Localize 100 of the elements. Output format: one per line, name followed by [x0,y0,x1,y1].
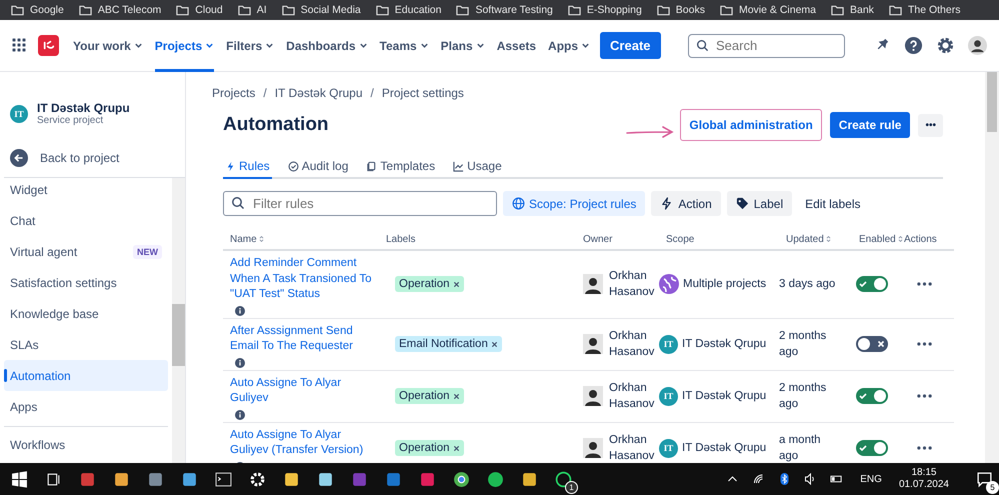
updated-time: 2 months ago [779,381,828,412]
more-icon[interactable] [917,342,932,346]
sidebar-item[interactable]: Widget [4,178,168,205]
create-button[interactable]: Create [600,32,661,59]
info-icon[interactable] [235,410,245,420]
bookmark[interactable]: AI [238,4,267,16]
nav-menu-item[interactable]: Dashboards [286,20,368,72]
filter-button[interactable]: Scope: Project rules [503,191,646,216]
sidebar-item[interactable]: Knowledge base [4,298,168,329]
avatar-icon[interactable] [968,36,987,55]
tab[interactable]: Templates [364,157,438,179]
nav-menu-item[interactable]: Your work [73,20,143,72]
tab[interactable]: Usage [451,157,504,179]
bookmark[interactable]: Cloud [176,4,223,16]
more-button[interactable]: ••• [918,114,943,136]
avatar-icon [583,334,603,354]
back-link[interactable]: Back to project [10,148,185,168]
search-icon [696,38,709,52]
rule-name-link[interactable]: Add Reminder Comment When A Task Transioned To "UAT Test" Status [230,256,375,302]
toggle-switch[interactable] [856,276,888,292]
copy-icon [366,160,378,172]
owner-name: Orkhan Hasanov [609,269,654,300]
remove-icon[interactable] [490,340,498,348]
label-tag: Operation [395,388,464,404]
tab[interactable]: Rules [223,157,272,179]
sort-icon [898,235,903,243]
bookmark[interactable]: Books [656,4,705,16]
chevron-down-icon [358,41,368,50]
sidebar-item[interactable]: Apps [4,391,168,422]
filter-button[interactable]: Action [651,191,721,216]
scrollbar[interactable] [172,178,185,463]
bookmark[interactable]: Social Media [282,4,361,16]
sidebar-item[interactable]: Chat [4,205,168,236]
sidebar-item[interactable]: Workflows [4,429,168,460]
create-rule-button[interactable]: Create rule [830,112,910,138]
nav-menu-item[interactable]: Assets [496,20,536,72]
toggle-switch[interactable] [856,388,888,404]
task-view-icon[interactable] [45,470,62,488]
help-icon[interactable] [904,36,923,55]
remove-icon[interactable] [452,280,460,288]
clock-date: 01.07.2024 [898,479,949,491]
info-icon[interactable] [235,358,245,368]
nav-menu-item[interactable]: Projects [154,20,214,72]
sidebar-item[interactable]: SLAs [4,329,168,360]
bookmark[interactable]: Bank [831,4,874,16]
breadcrumb-link[interactable]: Project settings [382,86,464,100]
bookmark[interactable]: ABC Telecom [78,4,162,16]
bookmark[interactable]: Software Testing [456,4,553,16]
nav-menu-item[interactable]: Apps [548,20,590,72]
logo-icon[interactable] [38,35,59,56]
settings-icon[interactable] [936,36,955,55]
bookmark[interactable]: Google [11,4,64,16]
filter-field[interactable]: Filter rules [223,191,497,216]
bookmark[interactable]: The Others [888,4,960,16]
column-header[interactable]: Enabled [852,234,904,244]
breadcrumb-link[interactable]: IT Dəstək Qrupu [274,86,363,100]
filter-button[interactable]: Edit labels [796,191,870,216]
rule-name-link[interactable]: After Asssignment Send Email To The Requester [230,324,375,354]
global-administration-button[interactable]: Global administration [680,109,822,141]
globe-icon [659,274,679,294]
avatar-icon [583,438,603,458]
bluetooth-icon[interactable] [778,473,792,485]
column-header[interactable]: Name [223,234,379,244]
project-avatar: IT [659,334,678,354]
remove-icon[interactable] [452,392,460,400]
remove-icon[interactable] [452,444,460,452]
rule-name-link[interactable]: Auto Assigne To Alyar Guliyev [230,376,375,406]
nav-menu-item[interactable]: Teams [380,20,429,72]
sidebar-item[interactable]: Automation [4,360,168,391]
toggle-switch[interactable] [856,336,888,352]
wifi-icon[interactable] [752,473,766,485]
toggle-switch[interactable] [856,440,888,456]
filter-button[interactable]: Label [726,191,792,216]
nav-menu-item[interactable]: Plans [440,20,485,72]
nav-menu-item[interactable]: Filters [226,20,274,72]
bookmark[interactable]: E-Shopping [568,4,642,16]
battery-icon[interactable] [830,473,844,485]
tab[interactable]: Audit log [286,157,350,179]
bookmark[interactable]: Movie & Cinema [720,4,816,16]
more-icon[interactable] [917,282,932,286]
app-switcher-icon[interactable] [12,38,28,54]
column-header[interactable]: Updated [779,234,852,244]
breadcrumb-link[interactable]: Projects [212,86,256,100]
updated-time: 2 months ago [779,329,828,360]
circle-logo-icon[interactable] [453,470,470,488]
info-icon[interactable] [235,306,245,316]
label-tag: Email Notification [395,336,502,352]
sidebar-item[interactable]: Satisfaction settings [4,267,168,298]
windows-logo-icon[interactable] [11,470,28,488]
language-indicator[interactable]: ENG [860,474,882,484]
project-avatar: IT [659,438,678,458]
search-field[interactable]: Search [688,34,845,58]
rule-name-link[interactable]: Auto Assigne To Alyar Guliyev (Transfer Version) [230,428,375,458]
terminal-icon[interactable] [215,470,232,488]
scrollbar[interactable] [985,72,999,463]
scope-name: IT Dəstək Qrupu [682,338,766,350]
sidebar-item[interactable]: Virtual agent NEW [4,236,168,267]
bookmark[interactable]: Education [376,4,442,16]
more-icon[interactable] [917,446,932,450]
more-icon[interactable] [917,394,932,398]
